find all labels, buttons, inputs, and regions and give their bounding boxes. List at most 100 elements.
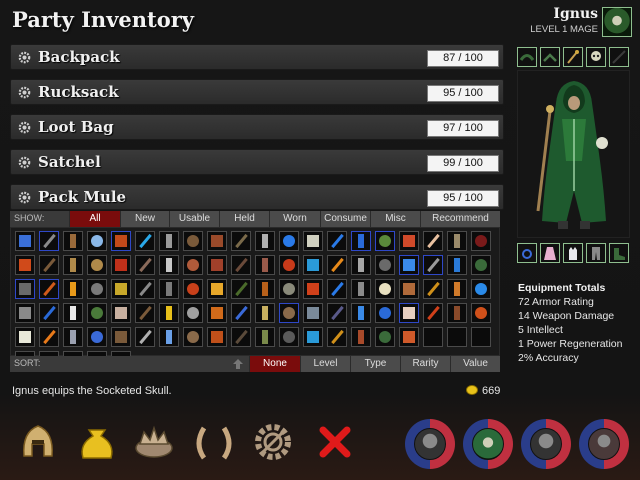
inventory-slot[interactable] — [39, 255, 59, 275]
inventory-slot[interactable] — [327, 231, 347, 251]
sort-none[interactable]: None — [249, 356, 300, 372]
inventory-slot[interactable] — [447, 279, 467, 299]
inventory-slot[interactable] — [15, 327, 35, 347]
inventory-slot[interactable] — [399, 231, 419, 251]
inventory-slot[interactable] — [303, 231, 323, 251]
inventory-slot[interactable] — [399, 255, 419, 275]
inventory-slot[interactable] — [231, 279, 251, 299]
settings-gear-icon[interactable] — [17, 85, 32, 100]
skull-icon[interactable] — [586, 47, 606, 67]
inventory-slot[interactable] — [303, 327, 323, 347]
boots-icon[interactable] — [540, 47, 560, 67]
laurel-wreath-icon[interactable] — [190, 418, 238, 466]
tab-misc[interactable]: Misc — [370, 211, 420, 227]
inventory-slot[interactable] — [399, 327, 419, 347]
inventory-slot[interactable] — [255, 303, 275, 323]
inventory-slot[interactable] — [87, 231, 107, 251]
inventory-slot[interactable] — [423, 231, 443, 251]
inventory-slot[interactable] — [63, 303, 83, 323]
inventory-slot[interactable] — [231, 255, 251, 275]
inventory-slot[interactable] — [303, 303, 323, 323]
close-x-icon[interactable] — [311, 418, 359, 466]
inventory-slot[interactable] — [231, 327, 251, 347]
inventory-slot[interactable] — [63, 327, 83, 347]
inventory-slot[interactable] — [255, 327, 275, 347]
inventory-slot[interactable] — [423, 279, 443, 299]
helmet-icon[interactable] — [14, 418, 62, 466]
inventory-slot[interactable] — [183, 255, 203, 275]
inventory-slot[interactable] — [15, 303, 35, 323]
bag-row-loot-bag[interactable]: Loot Bag 97 / 100 — [10, 114, 504, 140]
inventory-slot[interactable] — [231, 231, 251, 251]
robe-icon[interactable] — [540, 243, 560, 263]
inventory-slot[interactable] — [207, 231, 227, 251]
inventory-slot[interactable] — [327, 279, 347, 299]
inventory-slot[interactable] — [231, 303, 251, 323]
sort-rarity[interactable]: Rarity — [400, 356, 450, 372]
inventory-slot[interactable] — [351, 231, 371, 251]
inventory-slot[interactable] — [39, 279, 59, 299]
inventory-slot[interactable] — [423, 303, 443, 323]
inventory-slot[interactable] — [375, 279, 395, 299]
crown-icon[interactable] — [130, 418, 178, 466]
inventory-slot[interactable] — [375, 231, 395, 251]
inventory-slot[interactable] — [15, 255, 35, 275]
inventory-slot[interactable] — [255, 255, 275, 275]
bag-row-rucksack[interactable]: Rucksack 95 / 100 — [10, 79, 504, 105]
inventory-slot[interactable] — [327, 327, 347, 347]
inventory-slot[interactable] — [135, 255, 155, 275]
inventory-slot[interactable] — [327, 303, 347, 323]
inventory-slot[interactable] — [111, 327, 131, 347]
inventory-slot[interactable] — [207, 255, 227, 275]
tab-usable[interactable]: Usable — [169, 211, 219, 227]
inventory-slot[interactable] — [255, 231, 275, 251]
party-member-portrait[interactable] — [405, 419, 455, 469]
inventory-slot[interactable] — [183, 303, 203, 323]
tab-worn[interactable]: Worn — [269, 211, 320, 227]
settings-gear-icon[interactable] — [17, 190, 32, 205]
party-member-portrait[interactable] — [521, 419, 571, 469]
inventory-slot[interactable] — [183, 279, 203, 299]
hero-portrait[interactable] — [602, 7, 632, 37]
inventory-slot[interactable] — [279, 231, 299, 251]
inventory-slot[interactable] — [327, 255, 347, 275]
inventory-slot[interactable] — [87, 279, 107, 299]
inventory-slot[interactable] — [447, 231, 467, 251]
inventory-slot[interactable] — [351, 303, 371, 323]
tab-consume[interactable]: Consume — [320, 211, 370, 227]
inventory-slot[interactable] — [471, 303, 491, 323]
inventory-slot[interactable] — [135, 303, 155, 323]
inventory-slot[interactable] — [399, 303, 419, 323]
tab-new[interactable]: New — [120, 211, 169, 227]
inventory-slot[interactable] — [111, 303, 131, 323]
inventory-slot[interactable] — [279, 279, 299, 299]
shoulder-armor-icon[interactable] — [517, 47, 537, 67]
inventory-slot[interactable] — [447, 327, 467, 347]
inventory-slot[interactable] — [351, 255, 371, 275]
inventory-slot[interactable] — [87, 303, 107, 323]
inventory-slot[interactable] — [423, 255, 443, 275]
inventory-slot[interactable] — [207, 303, 227, 323]
inventory-slot[interactable] — [447, 303, 467, 323]
inventory-slot[interactable] — [15, 279, 35, 299]
inventory-slot[interactable] — [351, 327, 371, 347]
loot-bag-icon[interactable] — [73, 418, 121, 466]
settings-gear-icon[interactable] — [249, 418, 297, 466]
inventory-slot[interactable] — [15, 231, 35, 251]
sort-type[interactable]: Type — [350, 356, 400, 372]
inventory-slot[interactable] — [279, 303, 299, 323]
settings-gear-icon[interactable] — [17, 120, 32, 135]
inventory-slot[interactable] — [39, 303, 59, 323]
inventory-slot[interactable] — [303, 255, 323, 275]
sort-level[interactable]: Level — [300, 356, 350, 372]
inventory-slot[interactable] — [375, 303, 395, 323]
inventory-slot[interactable] — [159, 231, 179, 251]
inventory-slot[interactable] — [183, 327, 203, 347]
boots-icon[interactable] — [609, 243, 629, 263]
inventory-slot[interactable] — [39, 231, 59, 251]
settings-gear-icon[interactable] — [17, 155, 32, 170]
inventory-slot[interactable] — [471, 231, 491, 251]
inventory-slot[interactable] — [111, 231, 131, 251]
inventory-slot[interactable] — [279, 255, 299, 275]
party-member-portrait[interactable] — [579, 419, 629, 469]
